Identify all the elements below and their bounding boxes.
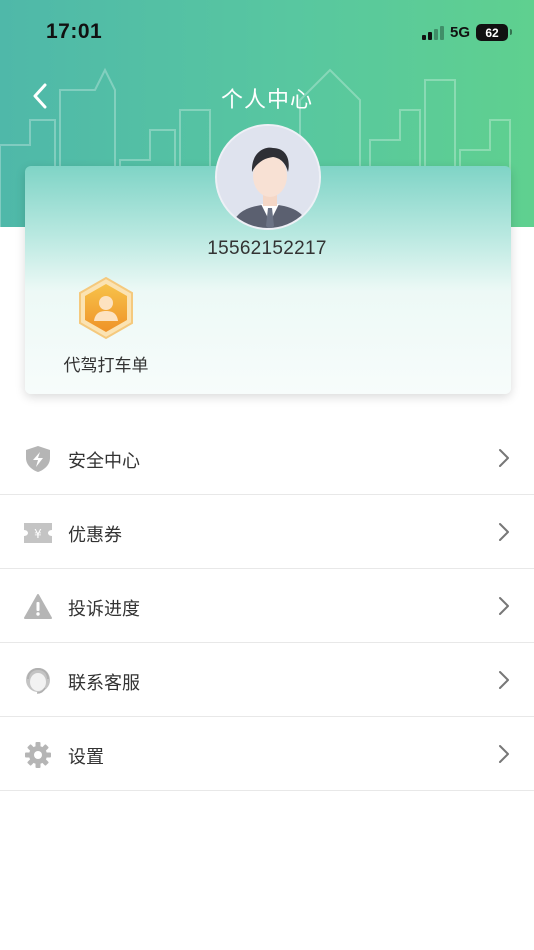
status-bar: 17:01 5G 62 [0, 0, 534, 68]
page-title: 个人中心 [220, 87, 313, 112]
chevron-right-icon [499, 449, 509, 467]
signal-icon [421, 25, 444, 40]
status-indicators: 5G 62 [421, 24, 512, 41]
chevron-right-icon [499, 597, 509, 615]
menu-item-security-center[interactable]: 安全中心 [0, 421, 534, 495]
battery-level: 62 [485, 25, 499, 40]
chevron-right-icon [499, 745, 509, 763]
phone-number: 15562152217 [207, 238, 327, 259]
chevron-right-icon [499, 523, 509, 541]
battery-icon: 62 [476, 24, 512, 41]
status-time: 17:01 [46, 20, 103, 43]
service-driver-order[interactable]: 代驾打车单 [55, 276, 157, 376]
menu-item-coupons[interactable]: ¥ 优惠券 [0, 495, 534, 569]
shield-bolt-icon [26, 446, 50, 472]
service-label: 代驾打车单 [63, 356, 149, 375]
menu-item-settings[interactable]: 设置 [0, 717, 534, 791]
menu-label: 设置 [68, 747, 104, 767]
headset-icon [26, 667, 50, 694]
coupon-icon: ¥ [24, 523, 52, 543]
network-type: 5G [449, 24, 470, 41]
user-avatar-icon [217, 126, 319, 228]
avatar[interactable] [215, 124, 321, 230]
gear-icon [25, 742, 51, 768]
menu-item-complaint-progress[interactable]: 投诉进度 [0, 569, 534, 643]
warning-icon [24, 594, 52, 619]
menu-list: 安全中心 ¥ 优惠券 投诉进度 联系客服 设置 [0, 421, 534, 791]
menu-item-contact-service[interactable]: 联系客服 [0, 643, 534, 717]
menu-label: 投诉进度 [68, 599, 140, 619]
menu-label: 安全中心 [68, 451, 140, 471]
svg-text:¥: ¥ [34, 527, 42, 541]
menu-label: 联系客服 [68, 673, 140, 693]
driver-order-icon [79, 276, 133, 340]
menu-label: 优惠券 [68, 525, 122, 545]
navigation-bar: 个人中心 [0, 72, 534, 120]
chevron-right-icon [499, 671, 509, 689]
